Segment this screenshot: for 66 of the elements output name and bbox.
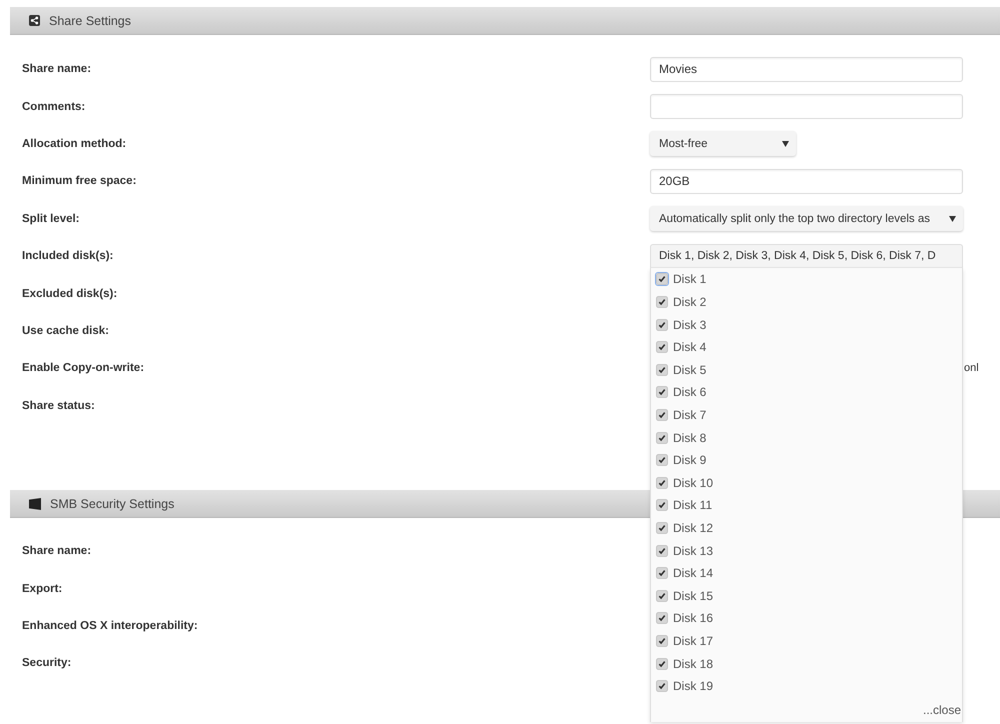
checkbox[interactable] (655, 634, 669, 648)
option-label[interactable]: Disk 2 (673, 295, 706, 310)
option-label[interactable]: Disk 4 (673, 340, 706, 354)
section-title: SMB Security Settings (50, 496, 174, 510)
option-label[interactable]: Disk 11 (673, 498, 712, 512)
multiselect-field[interactable]: Disk 1, Disk 2, Disk 3, Disk 4, Disk 5, Disk 6, Disk 7, D (650, 244, 963, 268)
caret-icon (782, 140, 789, 147)
field-label: Allocation method: (22, 138, 126, 150)
select-field[interactable]: Most-free (650, 131, 796, 156)
text-field[interactable]: 20GB (650, 168, 963, 194)
section-title: Share Settings (49, 14, 131, 28)
field-label: Share name: (22, 63, 92, 76)
checkbox[interactable] (655, 656, 669, 671)
option-label[interactable]: Disk 9 (673, 453, 706, 468)
option-label[interactable]: Disk 8 (673, 430, 706, 445)
option-label[interactable]: Disk 13 (673, 544, 714, 558)
field-label: Export: (22, 582, 62, 595)
field-label: Included disk(s): (22, 250, 114, 262)
checkbox[interactable] (655, 566, 669, 580)
option-label[interactable]: Disk 19 (673, 679, 714, 694)
checkbox[interactable] (655, 318, 669, 332)
field-label: Minimum free space: (22, 175, 136, 188)
option-label[interactable]: Disk 15 (673, 588, 714, 603)
field-label: Enable Copy-on-write: (22, 362, 144, 374)
option-label[interactable]: Disk 18 (673, 656, 714, 671)
field-label: Share name: (22, 545, 92, 558)
option-label[interactable]: Disk 16 (673, 611, 714, 626)
setting-text: onl (964, 362, 980, 374)
checkbox[interactable] (655, 430, 669, 445)
field-label: Use cache disk: (22, 324, 109, 337)
option-label[interactable]: Disk 14 (673, 566, 714, 580)
field-label: Split level: (22, 212, 80, 225)
share-icon (29, 15, 40, 26)
checkbox[interactable] (655, 408, 669, 422)
option-label[interactable]: Disk 17 (673, 634, 714, 648)
checkbox[interactable] (655, 520, 669, 535)
checkbox[interactable] (655, 340, 669, 354)
option-label[interactable]: Disk 5 (673, 362, 706, 377)
checkbox[interactable] (655, 385, 669, 400)
checkbox[interactable] (655, 588, 669, 603)
option-label[interactable]: Disk 1 (673, 272, 706, 286)
option-label[interactable]: Disk 6 (673, 385, 706, 400)
caret-icon (949, 216, 956, 222)
checkbox[interactable] (655, 498, 669, 512)
option-label[interactable]: Disk 12 (673, 520, 714, 535)
select-field[interactable]: Automatically split only the top two directory levels as (650, 206, 963, 232)
field-label: Comments: (22, 100, 86, 113)
close-link[interactable]: ...close (922, 702, 961, 717)
checkbox[interactable] (655, 611, 669, 626)
option-label[interactable]: Disk 3 (673, 318, 706, 332)
checkbox[interactable] (655, 544, 669, 558)
text-field[interactable] (650, 94, 963, 120)
option-label[interactable]: Disk 10 (673, 476, 714, 490)
text-field[interactable]: Movies (650, 56, 963, 82)
option-label[interactable]: Disk 7 (673, 408, 706, 422)
checkbox[interactable] (655, 476, 669, 490)
field-label: Excluded disk(s): (22, 288, 118, 300)
checkbox[interactable] (655, 679, 669, 694)
checkbox[interactable] (655, 453, 669, 468)
field-label: Enhanced OS X interoperability: (22, 620, 198, 632)
windows-icon (29, 498, 41, 510)
checkbox[interactable] (655, 295, 669, 310)
field-label: Security: (22, 657, 72, 670)
field-label: Share status: (22, 400, 95, 412)
checkbox[interactable] (655, 362, 669, 377)
checkbox[interactable] (655, 272, 669, 286)
